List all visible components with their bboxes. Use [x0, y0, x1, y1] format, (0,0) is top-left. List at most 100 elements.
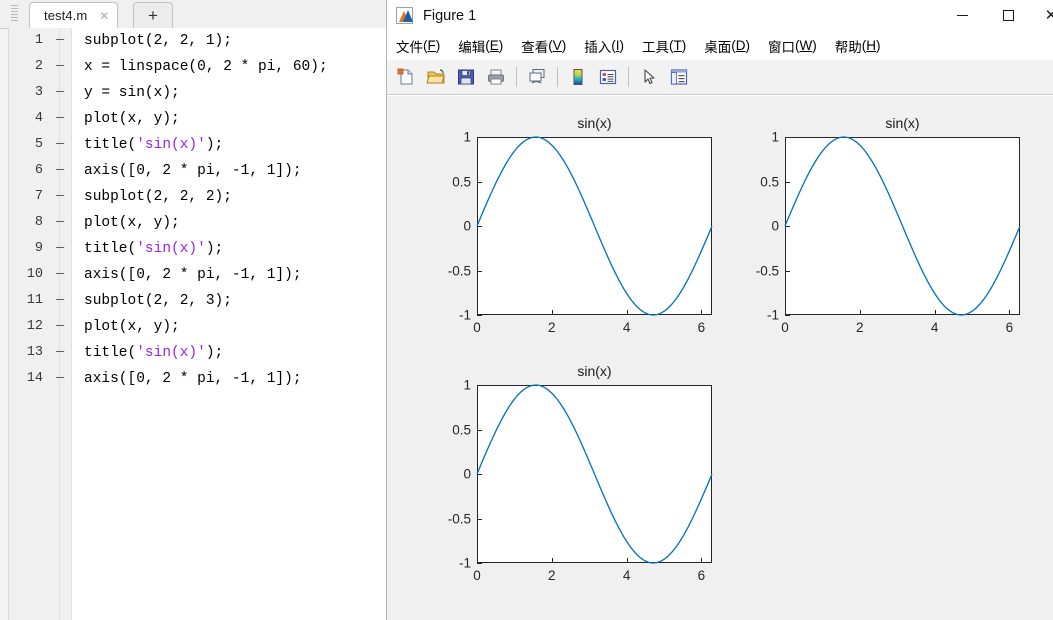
menu-item-e[interactable]: 编辑 (E): [449, 31, 512, 60]
toolbar-separator: [557, 67, 558, 87]
plot-browser-icon[interactable]: [665, 63, 693, 91]
new-tab-button[interactable]: +: [133, 2, 173, 28]
code-line[interactable]: axis([0, 2 * pi, -1, 1]);: [84, 262, 302, 288]
pointer-icon[interactable]: [635, 63, 663, 91]
subplot-axes-3[interactable]: sin(x) -1 -0.5 0 0.5 1 0 2 4 6: [448, 363, 713, 583]
axes-title: sin(x): [885, 115, 920, 131]
menu-item-mnemonic: (D): [731, 38, 751, 53]
menu-item-f[interactable]: 文件 (F): [387, 31, 449, 60]
minimize-button[interactable]: [939, 0, 985, 31]
executable-line-marker[interactable]: —: [53, 210, 67, 236]
matlab-figure-icon: [396, 7, 413, 24]
executable-line-marker[interactable]: —: [53, 80, 67, 106]
menu-item-mnemonic: (H): [861, 38, 881, 53]
editor-code-area[interactable]: subplot(2, 2, 1); x = linspace(0, 2 * pi,…: [72, 28, 386, 620]
menu-item-h[interactable]: 帮助 (H): [826, 31, 890, 60]
executable-line-marker[interactable]: —: [53, 314, 67, 340]
figure-menubar: 文件 (F) 编辑 (E) 查看 (V) 插入 (I) 工具 (T) 桌面 (D) 窗口 (W) 帮助 (H): [387, 31, 1053, 61]
menu-item-v[interactable]: 查看 (V): [512, 31, 575, 60]
x-tick-label: 2: [548, 568, 556, 583]
code-line[interactable]: plot(x, y);: [84, 314, 180, 340]
subplot-axes-1[interactable]: sin(x) -1 -0.5 0 0.5 1 0 2 4 6: [448, 115, 713, 335]
executable-line-marker[interactable]: —: [53, 28, 67, 54]
code-line[interactable]: axis([0, 2 * pi, -1, 1]);: [84, 158, 302, 184]
code-token: );: [205, 137, 224, 153]
line-number: 14: [26, 371, 43, 386]
new-figure-icon[interactable]: [392, 63, 420, 91]
editor-tab-test4m[interactable]: test4.m ✕: [29, 2, 119, 28]
save-figure-icon[interactable]: [452, 63, 480, 91]
code-line[interactable]: axis([0, 2 * pi, -1, 1]);: [84, 366, 302, 392]
series-line-sin(x): [784, 136, 1021, 316]
code-string-token: 'sin(x)': [136, 345, 206, 361]
line-number: 7: [34, 189, 43, 204]
y-tick-label: 0: [463, 466, 471, 482]
x-tick-label: 0: [781, 320, 789, 335]
figure-toolbar: [387, 60, 1053, 95]
x-tick-label: 0: [473, 320, 481, 335]
menu-item-t[interactable]: 工具 (T): [633, 31, 695, 60]
figure-window-title: Figure 1: [423, 7, 477, 24]
code-line[interactable]: title('sin(x)');: [84, 236, 223, 262]
executable-line-marker[interactable]: —: [53, 236, 67, 262]
y-tick-label: 1: [463, 129, 471, 145]
y-tick-label: -1: [458, 307, 471, 323]
code-line[interactable]: plot(x, y);: [84, 106, 180, 132]
line-number: 9: [34, 241, 43, 256]
executable-line-marker[interactable]: —: [53, 366, 67, 392]
x-tick-label: 4: [622, 320, 631, 335]
code-line[interactable]: subplot(2, 2, 3);: [84, 288, 232, 314]
link-plot-icon[interactable]: [523, 63, 551, 91]
legend-icon[interactable]: [594, 63, 622, 91]
executable-line-marker[interactable]: —: [53, 158, 67, 184]
code-line[interactable]: subplot(2, 2, 2);: [84, 184, 232, 210]
menu-item-w[interactable]: 窗口 (W): [759, 31, 826, 60]
close-icon[interactable]: ✕: [97, 9, 111, 23]
executable-line-marker[interactable]: —: [53, 54, 67, 80]
colorbar-icon[interactable]: [564, 63, 592, 91]
line-number: 6: [34, 163, 43, 178]
line-number: 12: [26, 319, 43, 334]
code-editor-pane: test4.m ✕ + 1 — 2 — 3 — 4 — 5 — 6 — 7 — 8 — 9 — 10 — 11 — 12 — 1…: [0, 0, 386, 620]
menu-item-mnemonic: (V): [548, 38, 567, 53]
executable-line-marker[interactable]: —: [53, 288, 67, 314]
code-token: );: [205, 345, 224, 361]
maximize-button[interactable]: [985, 0, 1031, 31]
open-file-icon[interactable]: [422, 63, 450, 91]
code-line[interactable]: title('sin(x)');: [84, 340, 223, 366]
line-number: 4: [34, 111, 43, 126]
menu-item-mnemonic: (W): [795, 38, 817, 53]
code-line[interactable]: title('sin(x)');: [84, 132, 223, 158]
print-figure-icon[interactable]: [482, 63, 510, 91]
executable-line-marker[interactable]: —: [53, 106, 67, 132]
figure-canvas: sin(x) -1 -0.5 0 0.5 1 0 2 4 6 sin(x) -1 -0.5 0 0.5 1 0 2…: [387, 96, 1053, 620]
x-tick-label: 2: [856, 320, 864, 335]
subplot-axes-2[interactable]: sin(x) -1 -0.5 0 0.5 1 0 2 4 6: [756, 115, 1021, 335]
x-tick-label: 2: [548, 320, 556, 335]
y-tick-label: -0.5: [447, 263, 471, 278]
code-string-token: 'sin(x)': [136, 137, 206, 153]
menu-item-i[interactable]: 插入 (I): [575, 31, 633, 60]
executable-line-marker[interactable]: —: [53, 184, 67, 210]
x-tick-label: 6: [697, 568, 706, 583]
y-tick-label: 0.5: [452, 422, 471, 437]
code-string-token: 'sin(x)': [136, 241, 206, 257]
y-tick-mark: [785, 315, 790, 316]
executable-line-marker[interactable]: —: [53, 340, 67, 366]
code-token: title(: [84, 345, 137, 361]
figure-titlebar: Figure 1 ✕: [387, 0, 1053, 31]
menu-item-d[interactable]: 桌面 (D): [695, 31, 759, 60]
code-line[interactable]: subplot(2, 2, 1);: [84, 28, 232, 54]
line-number: 5: [34, 137, 43, 152]
executable-line-marker[interactable]: —: [53, 132, 67, 158]
close-button[interactable]: ✕: [1031, 0, 1053, 31]
y-tick-mark: [477, 315, 482, 316]
code-line[interactable]: x = linspace(0, 2 * pi, 60);: [84, 54, 328, 80]
code-line[interactable]: y = sin(x);: [84, 80, 180, 106]
y-tick-label: 1: [771, 129, 779, 145]
axes-title: sin(x): [577, 363, 612, 379]
code-line[interactable]: plot(x, y);: [84, 210, 180, 236]
tab-strip-grip-icon[interactable]: [11, 5, 18, 23]
toolbar-separator: [516, 67, 517, 87]
executable-line-marker[interactable]: —: [53, 262, 67, 288]
